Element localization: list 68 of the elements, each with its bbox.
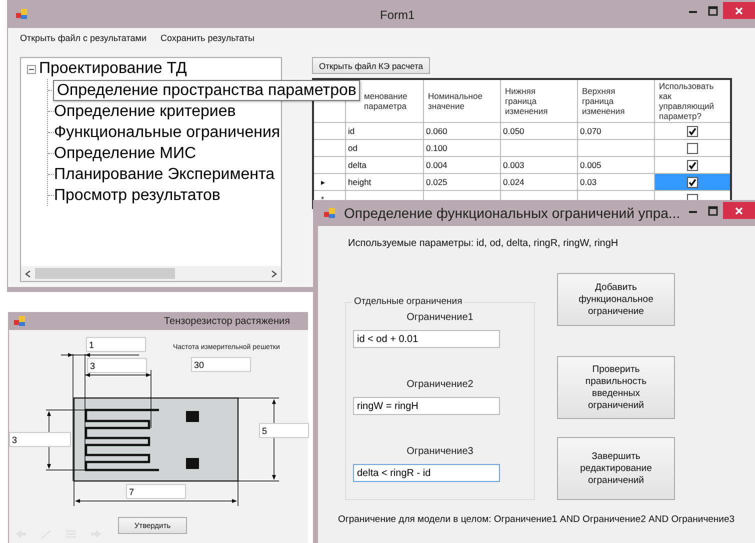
table-cell: 0.003: [500, 156, 578, 174]
open-file-button[interactable]: Открыть файл КЭ расчета: [312, 57, 430, 74]
tree-item[interactable]: Определение критериев: [54, 102, 236, 122]
column-header: Нижняя граница изменения: [500, 79, 578, 122]
close-icon: [734, 6, 744, 16]
tooltip: Определение пространства параметров: [53, 80, 360, 101]
column-header: Номинальное значение: [424, 79, 500, 122]
field-label: Ограничение3: [406, 446, 474, 457]
window-title: Тензорезистор растяжения: [164, 316, 290, 326]
input-field[interactable]: 1: [86, 337, 146, 352]
field-label: Ограничение2: [406, 379, 474, 390]
menu-item[interactable]: Открыть файл с результатами: [20, 33, 146, 43]
input-field[interactable]: id < od + 0.01: [353, 330, 500, 348]
tree-item[interactable]: Просмотр результатов: [54, 186, 220, 206]
input-field[interactable]: delta < ringR - id: [353, 464, 500, 482]
checkbox[interactable]: [687, 176, 698, 188]
parameters-text: Используемые параметры: id, od, delta, ringR, ringW, ringH: [347, 238, 620, 249]
checkbox[interactable]: [687, 142, 698, 154]
scroll-left-icon: [25, 270, 31, 278]
close-button[interactable]: [723, 202, 755, 219]
table-cell: 0.050: [500, 122, 578, 140]
tree-item[interactable]: Определение МИС: [54, 144, 196, 164]
table-cell: 0.005: [578, 156, 654, 174]
input-field[interactable]: ringW = ringH: [353, 397, 500, 415]
scroll-right-icon: [271, 270, 277, 278]
table-cell: 0.025: [424, 174, 500, 190]
maximize-icon: [708, 6, 718, 16]
app-icon: [14, 315, 26, 327]
tree-item[interactable]: Проектирование ТД: [39, 59, 187, 79]
table-cell: od: [346, 140, 424, 156]
table-cell: 0.070: [578, 122, 654, 140]
close-button[interactable]: [723, 2, 755, 19]
model-constraint-text: Ограничение для модели в целом: Ограничение1 AND Ограничение2 AND Ограничение3: [337, 514, 736, 525]
row-marker: ▸: [320, 178, 326, 187]
input-field[interactable]: 30: [191, 357, 251, 372]
window-title: Form1: [380, 8, 415, 22]
scrollbar-thumb[interactable]: [35, 268, 175, 279]
tree-item[interactable]: Планирование Эксперимента: [54, 164, 274, 184]
table-cell: height: [346, 174, 424, 190]
input-field[interactable]: 7: [126, 484, 186, 499]
checkbox[interactable]: [687, 160, 698, 171]
app-icon: [324, 207, 336, 219]
input-field[interactable]: 5: [259, 423, 309, 438]
group-title: Отдельные ограничения: [352, 296, 464, 307]
table-cell: 0.024: [500, 174, 578, 190]
maximize-icon: [708, 206, 718, 216]
scrollbar[interactable]: [21, 266, 281, 281]
table-cell: 0.100: [424, 140, 500, 156]
table-cell: 0.004: [424, 156, 500, 174]
action-button[interactable]: Завершить редактирование ограничений: [557, 437, 675, 500]
column-header: Верхняя граница изменения: [578, 79, 654, 122]
action-button[interactable]: Проверить правильность введенных ограничений: [557, 356, 675, 419]
close-icon: [734, 206, 744, 216]
action-button[interactable]: Добавить функциональное ограничение: [557, 273, 675, 326]
app-icon: [16, 8, 28, 20]
table-cell: delta: [346, 156, 424, 174]
menu-item[interactable]: Сохранить результаты: [160, 33, 255, 43]
input-field[interactable]: 3: [9, 432, 71, 447]
window-title: Определение функциональных ограничений упра...: [344, 205, 680, 221]
tree-item[interactable]: Функциональные ограничения: [54, 122, 280, 142]
field-label: Ограничение1: [406, 312, 474, 323]
table-cell: 0.060: [424, 122, 500, 140]
row-marker: *: [320, 195, 324, 204]
collapse-icon[interactable]: [27, 64, 36, 74]
table-cell: id: [346, 122, 424, 140]
input-field[interactable]: 3: [87, 358, 147, 373]
table-cell: 0.03: [578, 174, 654, 190]
checkbox[interactable]: [687, 126, 698, 137]
